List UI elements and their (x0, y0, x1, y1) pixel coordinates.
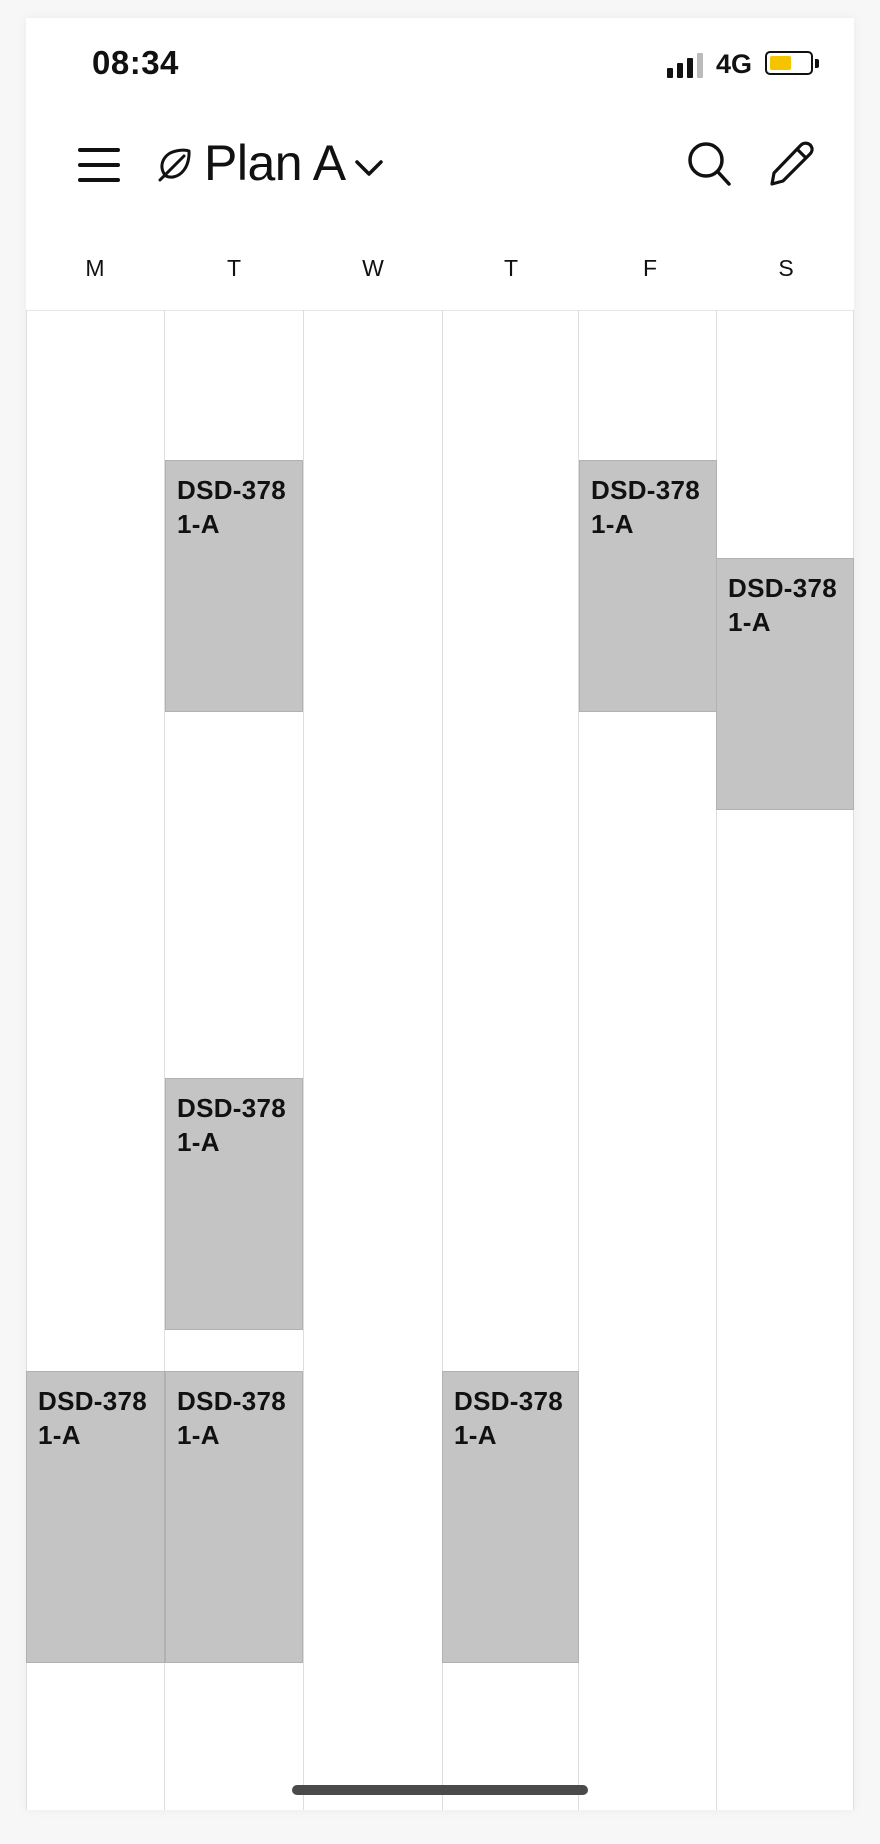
network-type: 4G (716, 49, 753, 79)
battery-icon (765, 51, 819, 75)
home-indicator[interactable] (292, 1785, 588, 1795)
grid-column-line (853, 310, 854, 1810)
event-label: DSD-3781-A (454, 1386, 564, 1450)
event-label: DSD-3781-A (177, 475, 287, 539)
event-block[interactable]: DSD-3781-A (165, 460, 303, 712)
battery-level (770, 56, 791, 70)
chevron-down-icon[interactable] (352, 156, 386, 180)
event-block[interactable]: DSD-3781-A (165, 1078, 303, 1330)
day-label-mon: M (85, 255, 105, 281)
event-label: DSD-3781-A (177, 1093, 287, 1157)
event-block[interactable]: DSD-3781-A (579, 460, 717, 712)
day-label-thu: T (503, 255, 519, 281)
cellular-signal-icon (667, 52, 707, 78)
grid-column-line (303, 310, 304, 1810)
search-icon[interactable] (686, 140, 732, 188)
plan-title[interactable]: Plan A (204, 134, 346, 192)
leaf-icon (158, 148, 191, 182)
event-label: DSD-3781-A (38, 1386, 148, 1450)
week-grid: DSD-3781-A DSD-3781-A DSD-3781-A DSD-378… (26, 310, 854, 1810)
event-label: DSD-3781-A (591, 475, 701, 539)
status-time: 08:34 (92, 44, 179, 81)
grid-top-line (26, 310, 854, 311)
event-block[interactable]: DSD-3781-A (442, 1371, 579, 1663)
event-block[interactable]: DSD-3781-A (716, 558, 854, 810)
day-label-wed: W (362, 255, 384, 281)
day-label-sat: S (778, 255, 794, 281)
battery-nub (815, 59, 819, 68)
app-screen: 08:34 4G Plan A M T W T F S DSD-3781-A D… (26, 18, 854, 1810)
day-label-tue: T (226, 255, 242, 281)
hamburger-menu-icon[interactable] (78, 148, 120, 182)
event-block[interactable]: DSD-3781-A (26, 1371, 165, 1663)
event-label: DSD-3781-A (728, 573, 838, 637)
event-block[interactable]: DSD-3781-A (165, 1371, 303, 1663)
event-label: DSD-3781-A (177, 1386, 287, 1450)
pencil-icon[interactable] (767, 140, 815, 188)
day-label-fri: F (642, 255, 658, 281)
